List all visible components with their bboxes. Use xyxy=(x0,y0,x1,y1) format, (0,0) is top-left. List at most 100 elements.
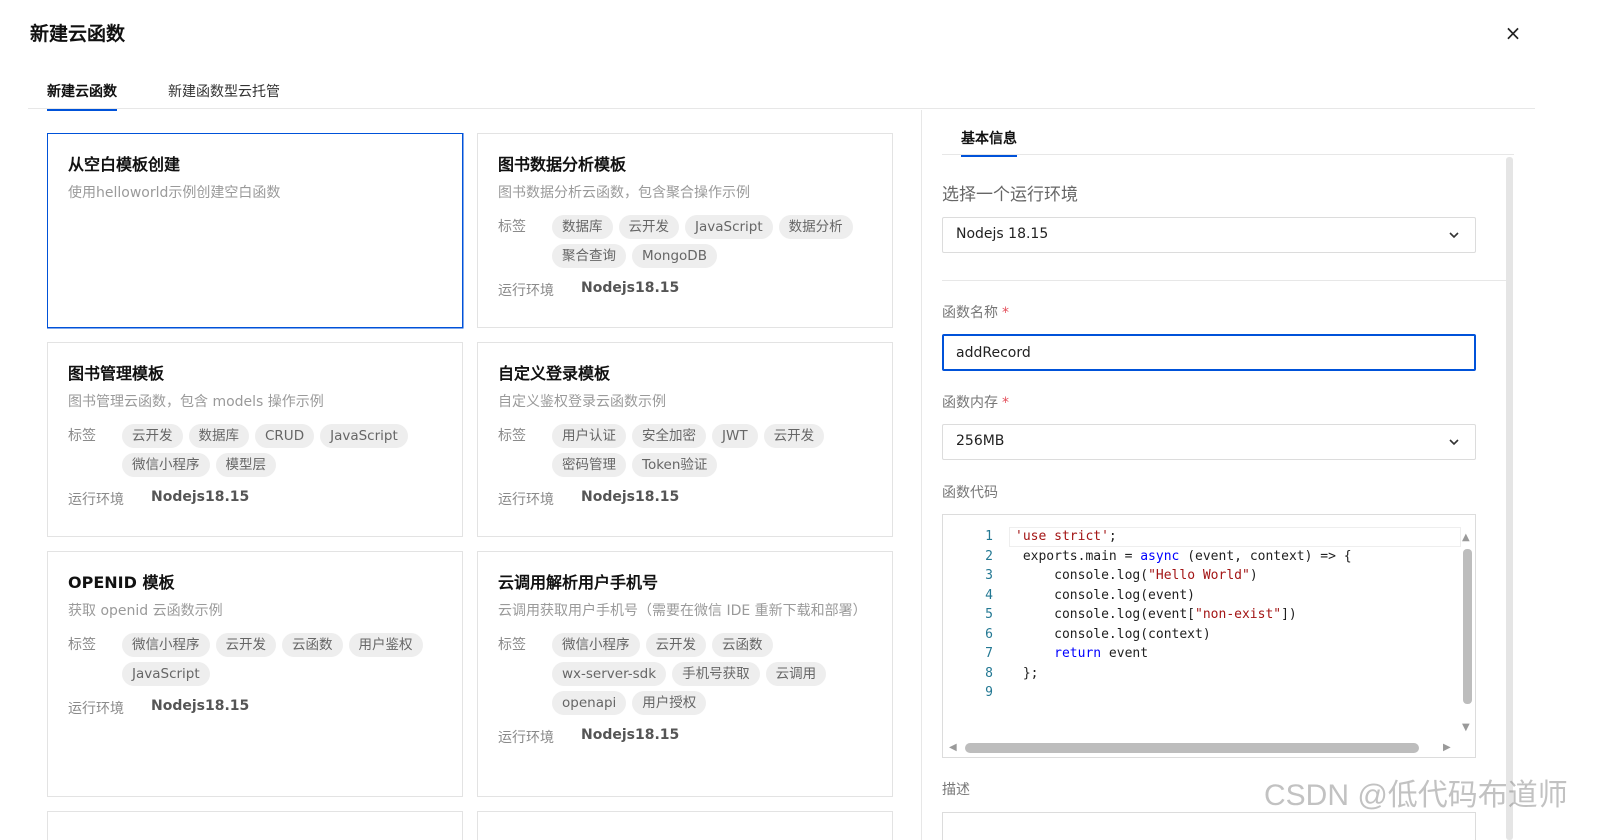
chevron-down-icon xyxy=(1449,439,1459,446)
card-desc: 自定义鉴权登录云函数示例 xyxy=(498,394,666,410)
description-input[interactable] xyxy=(942,812,1476,840)
tag: 密码管理 xyxy=(552,453,626,477)
function-memory-label: 函数内存 * xyxy=(942,392,1009,412)
card-title: 自定义登录模板 xyxy=(498,364,611,383)
template-card-book-management[interactable]: 图书管理模板 图书管理云函数，包含 models 操作示例 标签 云开发 数据库… xyxy=(47,342,463,537)
function-memory-label-text: 函数内存 xyxy=(942,395,998,411)
env-value: Nodejs18.15 xyxy=(151,489,250,505)
tab-new-function[interactable]: 新建云函数 xyxy=(47,81,117,111)
tag: Token验证 xyxy=(632,453,718,477)
function-name-input[interactable] xyxy=(942,334,1476,371)
tag: openapi xyxy=(552,691,627,715)
line-number: 5 xyxy=(985,607,993,622)
tag: 用户授权 xyxy=(632,691,707,715)
tags-label: 标签 xyxy=(68,637,96,653)
function-memory-select[interactable]: 256MB xyxy=(942,424,1476,460)
env-label: 运行环境 xyxy=(68,492,124,508)
env-value: Nodejs18.15 xyxy=(151,698,250,714)
tag: 数据库 xyxy=(552,215,613,239)
tag: 云函数 xyxy=(712,633,773,657)
tag: MongoDB xyxy=(632,244,717,268)
panel-scrollbar[interactable] xyxy=(1506,157,1513,840)
code-line: 'use strict'; xyxy=(1015,529,1117,544)
env-value: Nodejs18.15 xyxy=(581,489,680,505)
env-label: 运行环境 xyxy=(498,730,554,746)
panel-tab-bar: 基本信息 xyxy=(942,126,1514,157)
template-card-partial[interactable] xyxy=(477,811,893,840)
tag: 手机号获取 xyxy=(672,662,760,686)
tag: 安全加密 xyxy=(632,424,706,448)
scroll-left-icon[interactable]: ◀ xyxy=(949,743,957,753)
line-number: 3 xyxy=(985,568,993,583)
tag: 云调用 xyxy=(765,662,827,686)
card-title: 云调用解析用户手机号 xyxy=(498,573,659,592)
close-icon[interactable]: × xyxy=(1502,22,1524,44)
tab-new-hosted-function[interactable]: 新建函数型云托管 xyxy=(168,81,280,109)
function-code-label: 函数代码 xyxy=(942,485,998,501)
tag: JavaScript xyxy=(122,662,210,686)
tag: JavaScript xyxy=(685,215,773,239)
required-mark: * xyxy=(1002,395,1009,411)
env-label: 运行环境 xyxy=(498,492,554,508)
scroll-right-icon[interactable]: ▶ xyxy=(1443,743,1451,753)
tag: 云开发 xyxy=(763,424,825,448)
card-title: 图书管理模板 xyxy=(68,364,165,383)
line-number: 1 xyxy=(985,529,993,544)
env-value: Nodejs18.15 xyxy=(581,727,680,743)
runtime-env-value: Nodejs 18.15 xyxy=(956,226,1049,242)
tag: 微信小程序 xyxy=(122,633,210,657)
tag: 云开发 xyxy=(618,215,679,239)
tag: 云开发 xyxy=(645,633,706,657)
description-label: 描述 xyxy=(942,782,970,798)
template-grid: 从空白模板创建 使用helloworld示例创建空白函数 图书数据分析模板 图书… xyxy=(47,133,893,840)
template-card-book-analysis[interactable]: 图书数据分析模板 图书数据分析云函数，包含聚合操作示例 标签 数据库 云开发 J… xyxy=(477,133,893,328)
line-number: 8 xyxy=(985,665,993,681)
runtime-env-label: 选择一个运行环境 xyxy=(942,185,1078,205)
card-title: 图书数据分析模板 xyxy=(498,155,627,174)
scroll-up-icon[interactable]: ▲ xyxy=(1462,533,1470,543)
tag: 用户认证 xyxy=(552,424,626,448)
code-line: console.log(event["non-exist"]) xyxy=(1015,607,1297,622)
tag: 微信小程序 xyxy=(552,633,640,657)
runtime-env-select[interactable]: Nodejs 18.15 xyxy=(942,217,1476,253)
tags-label: 标签 xyxy=(498,219,526,235)
env-value: Nodejs18.15 xyxy=(581,280,680,296)
code-line: console.log("Hello World") xyxy=(1015,568,1258,583)
panel-divider xyxy=(921,110,922,840)
editor-vertical-scrollbar[interactable] xyxy=(1463,549,1472,704)
tag: wx-server-sdk xyxy=(552,662,667,686)
template-card-custom-login[interactable]: 自定义登录模板 自定义鉴权登录云函数示例 标签 用户认证 安全加密 JWT 云开… xyxy=(477,342,893,537)
line-numbers: 1 2 3 4 5 6 7 8 9 xyxy=(943,527,993,703)
tag: JWT xyxy=(712,424,758,448)
template-card-blank[interactable]: 从空白模板创建 使用helloworld示例创建空白函数 xyxy=(47,133,463,328)
template-card-partial[interactable] xyxy=(47,811,463,840)
watermark: CSDN @低代码布道师 xyxy=(1264,779,1568,812)
card-desc: 图书数据分析云函数，包含聚合操作示例 xyxy=(498,185,750,201)
editor-horizontal-scrollbar[interactable] xyxy=(965,743,1419,753)
line-number: 2 xyxy=(985,548,993,564)
env-label: 运行环境 xyxy=(498,283,554,299)
line-number: 4 xyxy=(985,587,993,603)
template-card-phone-number[interactable]: 云调用解析用户手机号 云调用获取用户手机号（需要在微信 IDE 重新下载和部署）… xyxy=(477,551,893,797)
tag: 云函数 xyxy=(282,633,343,657)
tags-label: 标签 xyxy=(68,428,96,444)
code-line: console.log(context) xyxy=(1015,626,1211,642)
function-name-label-text: 函数名称 xyxy=(942,305,998,321)
tags-label: 标签 xyxy=(498,428,526,444)
tab-basic-info[interactable]: 基本信息 xyxy=(961,128,1017,157)
chevron-down-icon xyxy=(1449,232,1459,239)
template-card-openid[interactable]: OPENID 模板 获取 openid 云函数示例 标签 微信小程序 云开发 云… xyxy=(47,551,463,797)
code-editor[interactable]: 1 2 3 4 5 6 7 8 9 'use strict'; exports.main = a… xyxy=(942,514,1476,758)
code-content[interactable]: 'use strict'; exports.main = async (even… xyxy=(1015,527,1352,703)
card-desc: 获取 openid 云函数示例 xyxy=(68,603,223,619)
tag: 聚合查询 xyxy=(552,244,626,268)
line-number: 9 xyxy=(985,685,993,700)
tag: CRUD xyxy=(255,424,315,448)
scroll-down-icon[interactable]: ▼ xyxy=(1462,723,1470,733)
tag: 云开发 xyxy=(215,633,276,657)
tag: JavaScript xyxy=(320,424,408,448)
tag: 模型层 xyxy=(215,453,276,477)
dialog-title: 新建云函数 xyxy=(30,23,126,45)
line-number: 7 xyxy=(985,646,993,661)
